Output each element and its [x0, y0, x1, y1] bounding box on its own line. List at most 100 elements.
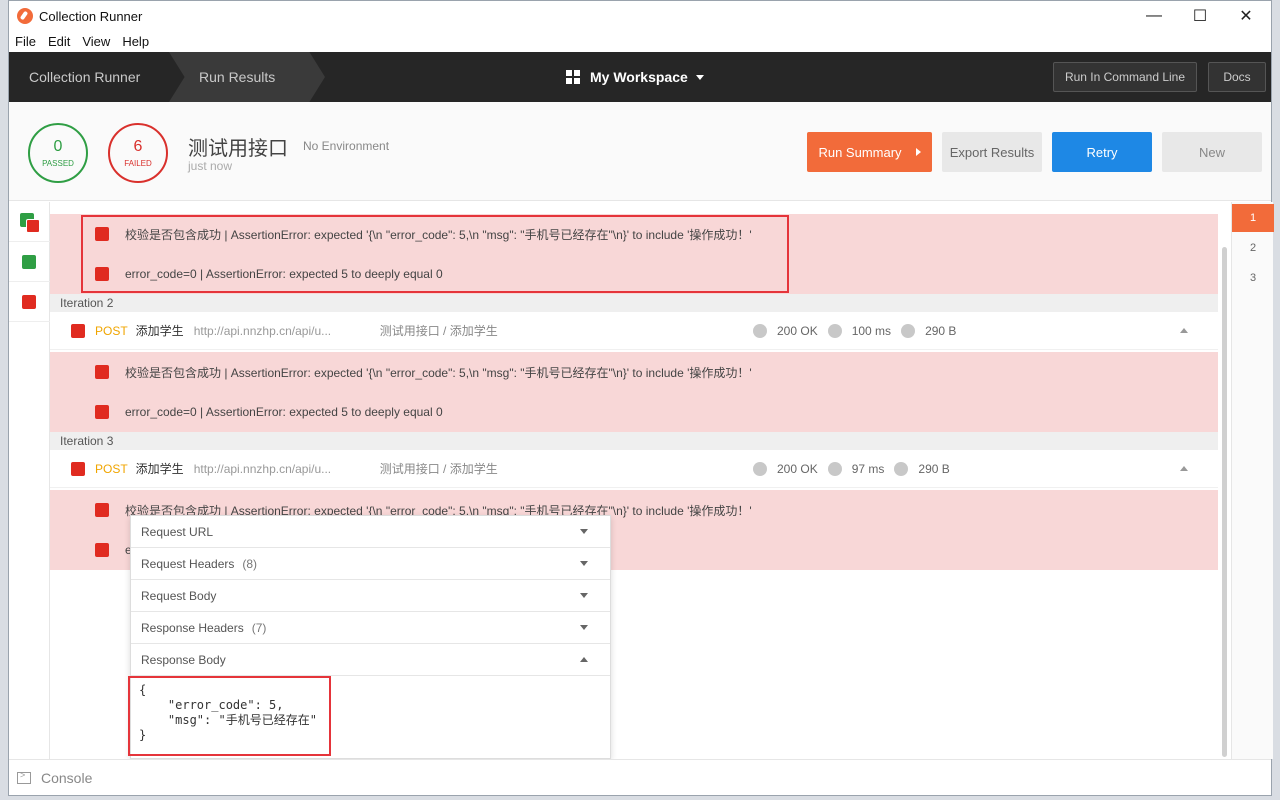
request-headers-label: Request Headers: [141, 556, 235, 571]
request-url: http://api.nnzhp.cn/api/u...: [193, 461, 332, 476]
request-stats: 200 OK 97 ms 290 B: [753, 461, 960, 476]
test-result-row: 校验是否包含成功 | AssertionError: expected '{\n…: [50, 352, 1218, 392]
play-icon: [915, 148, 921, 156]
close-button[interactable]: ✕: [1223, 1, 1269, 31]
request-method: POST: [95, 461, 128, 476]
scrollbar-thumb[interactable]: [1222, 247, 1227, 757]
request-body-label: Request Body: [141, 588, 217, 603]
failed-label: FAILED: [124, 159, 152, 168]
request-headers-section[interactable]: Request Headers (8): [131, 548, 610, 580]
all-fail-icon: [26, 219, 40, 233]
page-3[interactable]: 3: [1232, 264, 1274, 292]
annotation-highlight: [128, 676, 331, 756]
iteration-pager: 1 2 3: [1231, 202, 1274, 759]
response-headers-section[interactable]: Response Headers (7): [131, 612, 610, 644]
passed-label: PASSED: [42, 159, 74, 168]
iteration-header: Iteration 3: [50, 432, 1218, 450]
page-1[interactable]: 1: [1232, 204, 1274, 232]
status-dot-icon: [753, 323, 767, 338]
request-method: POST: [95, 323, 128, 338]
docs-button[interactable]: Docs: [1208, 62, 1266, 92]
breadcrumb-run-results[interactable]: Run Results: [169, 52, 325, 102]
menu-help[interactable]: Help: [122, 34, 149, 49]
test-message: error_code=0 | AssertionError: expected …: [125, 405, 443, 419]
time-dot-icon: [827, 323, 842, 338]
annotation-highlight: [81, 215, 789, 293]
response-headers-count: (7): [251, 620, 267, 635]
status-code: 200 OK: [777, 461, 818, 476]
menu-file[interactable]: File: [15, 34, 36, 49]
collection-name: 测试用接口: [188, 138, 288, 160]
chevron-down-icon: [580, 625, 588, 630]
run-timestamp: just now: [188, 159, 233, 173]
filter-passed[interactable]: [9, 242, 50, 282]
request-stats: 200 OK 100 ms 290 B: [753, 323, 966, 338]
result-filter-bar: [9, 202, 50, 759]
workspace-grid-icon: [566, 70, 580, 84]
response-body-label: Response Body: [141, 652, 226, 667]
collapse-icon[interactable]: [1180, 328, 1188, 333]
run-summary-label: Run Summary: [818, 144, 902, 160]
size-dot-icon: [901, 323, 916, 338]
request-row[interactable]: POST 添加学生 http://api.nnzhp.cn/api/u... 测…: [50, 450, 1218, 488]
iteration-header: Iteration 2: [50, 294, 1218, 312]
chevron-up-icon: [580, 657, 588, 662]
test-result-row: error_code=0 | AssertionError: expected …: [50, 392, 1218, 432]
passed-count: 0: [53, 138, 63, 155]
response-headers-label: Response Headers: [141, 620, 244, 635]
status-dot-icon: [753, 461, 767, 476]
request-body-section[interactable]: Request Body: [131, 580, 610, 612]
time-dot-icon: [827, 461, 842, 476]
fail-icon: [95, 365, 109, 379]
request-path: 测试用接口 / 添加学生: [379, 324, 498, 338]
request-headers-count: (8): [242, 556, 258, 571]
request-name: 添加学生: [135, 462, 184, 476]
response-time: 100 ms: [851, 323, 892, 338]
run-summary-button[interactable]: Run Summary: [807, 132, 932, 172]
menu-view[interactable]: View: [82, 34, 110, 49]
filter-failed[interactable]: [9, 282, 50, 322]
fail-icon: [71, 323, 85, 338]
environment-label: No Environment: [303, 139, 390, 153]
workspace-switcher[interactable]: My Workspace: [566, 52, 704, 102]
request-name: 添加学生: [135, 324, 184, 338]
workspace-label: My Workspace: [590, 69, 688, 85]
test-results-iteration-2: 校验是否包含成功 | AssertionError: expected '{\n…: [50, 352, 1218, 432]
top-nav: Collection Runner Run Results My Workspa…: [9, 52, 1271, 102]
passed-filter-icon: [22, 255, 36, 269]
console-toggle[interactable]: Console: [41, 770, 92, 786]
maximize-button[interactable]: ☐: [1177, 1, 1223, 31]
request-row[interactable]: POST 添加学生 http://api.nnzhp.cn/api/u... 测…: [50, 312, 1218, 350]
failed-filter-icon: [22, 295, 36, 309]
collapse-icon[interactable]: [1180, 466, 1188, 471]
menu-bar: File Edit View Help: [9, 31, 1271, 51]
fail-icon: [95, 503, 109, 517]
retry-button[interactable]: Retry: [1052, 132, 1152, 172]
console-icon: [17, 770, 31, 784]
test-message: 校验是否包含成功 | AssertionError: expected '{\n…: [125, 365, 752, 380]
menu-edit[interactable]: Edit: [48, 34, 70, 49]
request-path: 测试用接口 / 添加学生: [379, 462, 498, 476]
chevron-down-icon: [580, 561, 588, 566]
response-time: 97 ms: [851, 461, 885, 476]
filter-all[interactable]: [9, 202, 50, 242]
passed-counter: 0 PASSED: [28, 123, 88, 183]
minimize-button[interactable]: —: [1131, 1, 1177, 31]
response-body-section[interactable]: Response Body: [131, 644, 610, 676]
fail-icon: [95, 543, 109, 557]
run-summary-header: 0 PASSED 6 FAILED 测试用接口 No Environment j…: [9, 102, 1271, 201]
page-2[interactable]: 2: [1232, 234, 1274, 262]
request-url-label: Request URL: [141, 524, 214, 539]
fail-icon: [71, 461, 85, 476]
window-title: Collection Runner: [39, 9, 143, 24]
failed-count: 6: [133, 138, 143, 155]
status-code: 200 OK: [777, 323, 818, 338]
breadcrumb-collection-runner[interactable]: Collection Runner: [9, 52, 187, 102]
request-url-section[interactable]: Request URL: [131, 516, 610, 548]
export-results-button[interactable]: Export Results: [942, 132, 1042, 172]
response-size: 290 B: [925, 323, 957, 338]
fail-icon: [95, 405, 109, 419]
run-in-command-line-button[interactable]: Run In Command Line: [1053, 62, 1197, 92]
new-button[interactable]: New: [1162, 132, 1262, 172]
response-size: 290 B: [918, 461, 950, 476]
